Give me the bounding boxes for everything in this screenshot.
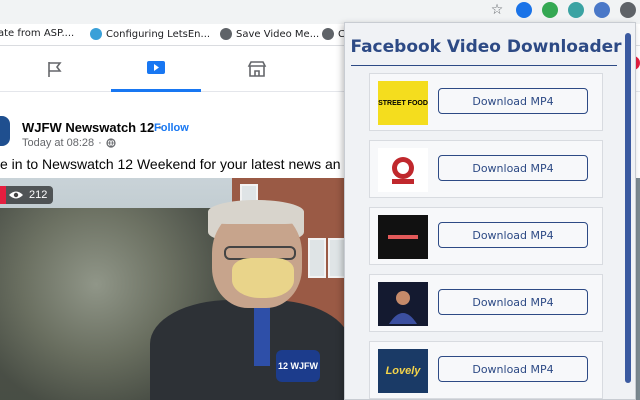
bookmark-favicon-icon xyxy=(90,28,102,40)
reporter-coat xyxy=(150,300,350,400)
bookmark-item[interactable]: Save Video Me... xyxy=(220,28,319,40)
download-mp4-button[interactable]: Download MP4 xyxy=(438,289,588,315)
post-timestamp: Today at 08:28 · xyxy=(22,137,116,149)
video-list-item: Lovely Download MP4 xyxy=(369,341,603,399)
download-mp4-button[interactable]: Download MP4 xyxy=(438,155,588,181)
video-list-item: Download MP4 xyxy=(369,274,603,332)
globe-icon xyxy=(220,28,232,40)
globe-icon xyxy=(106,138,116,148)
tab-watch[interactable] xyxy=(111,46,201,92)
building-window xyxy=(308,238,326,278)
bookmark-star-icon[interactable]: ☆ xyxy=(488,2,506,18)
page-name[interactable]: WJFW Newswatch 12 · xyxy=(22,120,162,135)
video-thumbnail: Lovely xyxy=(378,349,428,393)
download-mp4-button[interactable]: Download MP4 xyxy=(438,222,588,248)
bookmark-item[interactable]: ate from ASP.... xyxy=(0,28,74,39)
bookmark-item[interactable]: Configuring LetsEn... xyxy=(90,28,210,40)
popup-title: Facebook Video Downloader xyxy=(350,37,622,57)
globe-icon xyxy=(322,28,334,40)
reporter-tie xyxy=(254,306,270,366)
video-list-item: Download MP4 xyxy=(369,207,603,265)
flag-icon xyxy=(48,62,62,77)
video-list-item: STREET FOOD Download MP4 xyxy=(369,73,603,131)
popup-scrollbar[interactable] xyxy=(625,27,631,397)
microphone-logo: 12 WJFW xyxy=(276,350,320,382)
video-thumbnail xyxy=(378,215,428,259)
browser-toolbar: ☆ xyxy=(0,0,640,24)
post-text: e in to Newswatch 12 Weekend for your la… xyxy=(0,156,341,172)
tab-marketplace[interactable] xyxy=(212,46,302,92)
extension-teal-icon[interactable] xyxy=(568,2,584,18)
thumbnail-person-icon xyxy=(389,291,417,324)
scrollbar-thumb[interactable] xyxy=(625,33,631,383)
download-mp4-button[interactable]: Download MP4 xyxy=(438,88,588,114)
view-count-badge: 212 xyxy=(0,186,54,204)
video-thumbnail xyxy=(378,282,428,326)
profile-icon[interactable] xyxy=(620,2,636,18)
thumbnail-logo-icon xyxy=(392,157,414,184)
follow-link[interactable]: Follow xyxy=(154,122,189,134)
video-thumbnail xyxy=(378,148,428,192)
video-icon xyxy=(147,60,165,74)
reporter-mask xyxy=(232,258,294,298)
eye-icon xyxy=(9,191,23,199)
tab-pages[interactable] xyxy=(10,46,100,92)
video-list-item: Download MP4 xyxy=(369,140,603,198)
title-divider xyxy=(351,65,617,66)
video-thumbnail: STREET FOOD xyxy=(378,81,428,125)
bookmark-item[interactable]: C xyxy=(322,28,345,40)
live-indicator xyxy=(0,186,6,204)
extension-popup: Facebook Video Downloader STREET FOOD Do… xyxy=(344,22,636,400)
download-mp4-button[interactable]: Download MP4 xyxy=(438,356,588,382)
extension-puzzle-icon[interactable] xyxy=(594,2,610,18)
reporter-hair-top xyxy=(208,200,304,224)
extension-green-icon[interactable] xyxy=(542,2,558,18)
extension-blue-icon[interactable] xyxy=(516,2,532,18)
thumbnail-logo-icon xyxy=(388,235,418,239)
page-avatar[interactable] xyxy=(0,116,10,146)
extension-icons: ☆ xyxy=(488,2,636,18)
store-icon xyxy=(247,61,267,77)
